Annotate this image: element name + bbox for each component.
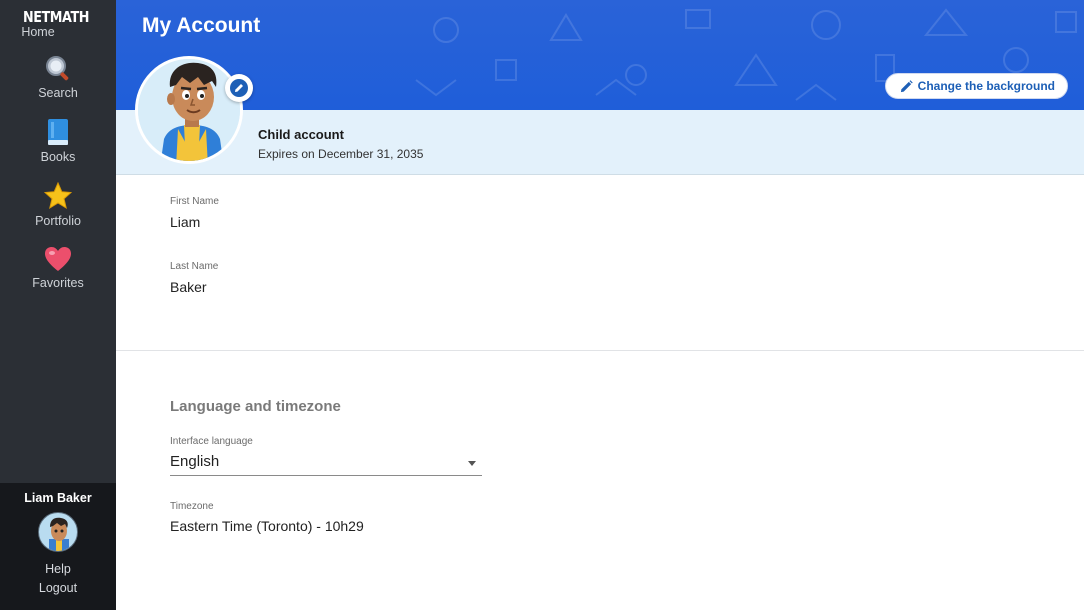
interface-language-select[interactable]: English [170,452,482,476]
netmath-logo[interactable]: NETMATH [7,8,106,26]
sidebar-item-label: Favorites [32,276,84,290]
page-title: My Account [142,14,261,37]
user-panel: Liam Baker Help Logout [0,483,116,610]
profile-avatar[interactable] [135,56,243,164]
last-name-value: Baker [170,279,207,295]
account-header: My Account Change the background [116,0,1084,110]
language-section-title: Language and timezone [170,398,341,415]
chevron-down-icon [468,461,476,466]
sidebar-item-search[interactable]: Search [0,54,116,100]
change-background-button[interactable]: Change the background [884,73,1068,99]
sidebar-item-home[interactable]: Home [0,25,116,39]
avatar-icon [49,517,69,551]
sidebar-item-favorites[interactable]: Favorites [0,246,116,290]
user-avatar[interactable] [38,512,78,552]
change-background-label: Change the background [917,79,1055,93]
first-name-label: First Name [170,196,219,207]
help-link[interactable]: Help [0,562,116,576]
interface-language-value: English [170,453,220,470]
section-divider [116,350,1084,351]
interface-language-label: Interface language [170,436,253,447]
timezone-value[interactable]: Eastern Time (Toronto) - 10h29 [170,518,364,534]
sidebar: NETMATH Home Search Books Portfolio Favo… [0,0,116,610]
edit-avatar-button[interactable] [225,74,253,102]
pencil-icon [900,79,913,92]
book-icon [48,119,68,145]
timezone-label: Timezone [170,501,214,512]
search-icon [46,56,69,81]
sidebar-item-portfolio[interactable]: Portfolio [0,182,116,228]
account-type: Child account [258,127,344,142]
account-info-band: Child account Expires on December 31, 20… [116,110,1084,175]
logo-wrap: NETMATH [0,0,116,27]
last-name-label: Last Name [170,261,219,272]
account-expiry: Expires on December 31, 2035 [258,147,424,161]
logout-link[interactable]: Logout [0,581,116,595]
sidebar-item-label: Books [40,150,76,164]
sidebar-item-label: Portfolio [35,214,81,228]
star-icon [44,182,72,210]
sidebar-item-label: Search [38,86,78,100]
sidebar-item-books[interactable]: Books [0,118,116,164]
sidebar-item-label: Home [21,25,55,39]
edit-pencil-icon [230,79,248,97]
heart-icon [45,247,71,271]
first-name-value: Liam [170,214,201,230]
user-name: Liam Baker [24,491,92,505]
